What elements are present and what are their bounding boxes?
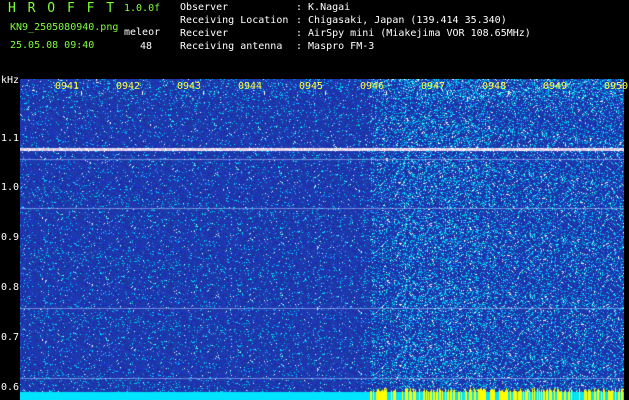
freq-tick-label: 0.8 [1,282,20,294]
info-value-antenna: : Maspro FM-3 [296,41,375,52]
hrofft-window: H R O F F T 1.0.0f KN9_2505080940.png 25… [0,0,629,400]
freq-tick-label: 0.7 [1,331,20,343]
filename-label: KN9_2505080940.png [10,22,119,33]
time-tick-label: 0944 [238,81,263,92]
freq-tick-label: 0.6 [1,381,20,393]
info-label-receiver: Receiver [180,28,229,39]
mode-label: meleor [124,27,161,38]
time-tick-label: 0945 [299,81,324,92]
time-tick-label: 0947 [421,81,446,92]
mode-value: 48 [140,41,153,52]
datetime-label: 25.05.08 09:40 [10,40,95,51]
time-tick-label: 0950 [604,81,629,92]
time-tick-label: 0943 [177,81,202,92]
app-version: 1.0.0f [124,3,161,14]
info-value-receiver: : AirSpy mini (Miakejima VOR 108.65MHz) [296,28,531,39]
freq-tick-label: 1.0 [1,182,20,194]
info-value-location: : Chigasaki, Japan (139.414 35.340) [296,15,507,26]
freq-tick-label: 0.9 [1,232,20,244]
info-value-observer: : K.Nagai [296,2,351,13]
spectrogram-canvas [20,79,624,400]
time-tick-label: 0941 [55,81,80,92]
time-tick-label: 0942 [116,81,141,92]
time-tick-label: 0948 [482,81,507,92]
time-tick-label: 0949 [543,81,568,92]
freq-tick-label: 1.1 [1,132,20,144]
info-label-location: Receiving Location [180,15,289,26]
info-label-observer: Observer [180,2,229,13]
app-logo: H R O F F T [8,1,117,16]
unit-label: kHz [1,75,20,86]
time-tick-label: 0946 [360,81,385,92]
info-label-antenna: Receiving antenna [180,41,283,52]
